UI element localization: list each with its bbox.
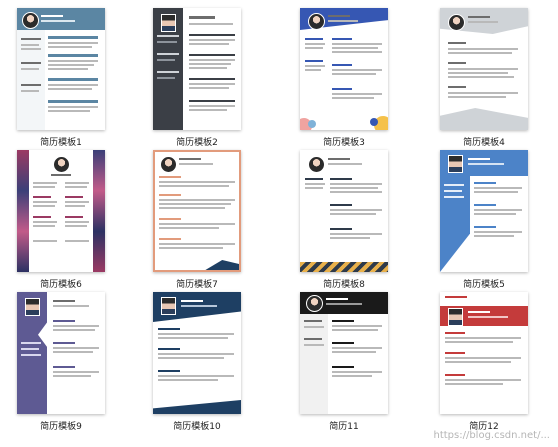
template-card-6[interactable]: 简历模板6 bbox=[0, 150, 122, 290]
template-thumbnail-11[interactable] bbox=[300, 292, 388, 414]
template-thumbnail-9[interactable] bbox=[17, 292, 105, 414]
template-label-11[interactable]: 简历11 bbox=[283, 419, 405, 432]
template-label-8[interactable]: 简历模板8 bbox=[283, 277, 405, 290]
template-label-3[interactable]: 简历模板3 bbox=[283, 135, 405, 148]
template-card-3[interactable]: 简历模板3 bbox=[283, 8, 405, 148]
template-label-6[interactable]: 简历模板6 bbox=[0, 277, 122, 290]
template-card-1[interactable]: 简历模板1 bbox=[0, 8, 122, 148]
template-thumbnail-6[interactable] bbox=[17, 150, 105, 272]
template-label-5[interactable]: 简历模板5 bbox=[423, 277, 545, 290]
template-label-10[interactable]: 简历模板10 bbox=[136, 419, 258, 432]
template-card-5[interactable]: 简历模板5 bbox=[423, 150, 545, 290]
template-label-2[interactable]: 简历模板2 bbox=[136, 135, 258, 148]
template-label-1[interactable]: 简历模板1 bbox=[0, 135, 122, 148]
template-label-4[interactable]: 简历模板4 bbox=[423, 135, 545, 148]
watermark-text: https://blog.csdn.net/... bbox=[433, 430, 550, 441]
template-gallery: 简历模板1 简历模板2 简历模板3 简历模板4 简历模板6 简历模板7 简历模板… bbox=[0, 0, 558, 447]
template-thumbnail-5[interactable] bbox=[440, 150, 528, 272]
template-label-9[interactable]: 简历模板9 bbox=[0, 419, 122, 432]
template-card-4[interactable]: 简历模板4 bbox=[423, 8, 545, 148]
template-thumbnail-8[interactable] bbox=[300, 150, 388, 272]
template-thumbnail-7[interactable] bbox=[153, 150, 241, 272]
template-card-8[interactable]: 简历模板8 bbox=[283, 150, 405, 290]
template-label-7[interactable]: 简历模板7 bbox=[136, 277, 258, 290]
template-card-2[interactable]: 简历模板2 bbox=[136, 8, 258, 148]
template-thumbnail-4[interactable] bbox=[440, 8, 528, 130]
template-card-7[interactable]: 简历模板7 bbox=[136, 150, 258, 290]
template-thumbnail-1[interactable] bbox=[17, 8, 105, 130]
template-card-9[interactable]: 简历模板9 bbox=[0, 292, 122, 432]
template-thumbnail-2[interactable] bbox=[153, 8, 241, 130]
template-thumbnail-3[interactable] bbox=[300, 8, 388, 130]
template-card-12[interactable]: 简历12 bbox=[423, 292, 545, 432]
template-thumbnail-12[interactable] bbox=[440, 292, 528, 414]
template-card-11[interactable]: 简历11 bbox=[283, 292, 405, 432]
template-card-10[interactable]: 简历模板10 bbox=[136, 292, 258, 432]
template-thumbnail-10[interactable] bbox=[153, 292, 241, 414]
